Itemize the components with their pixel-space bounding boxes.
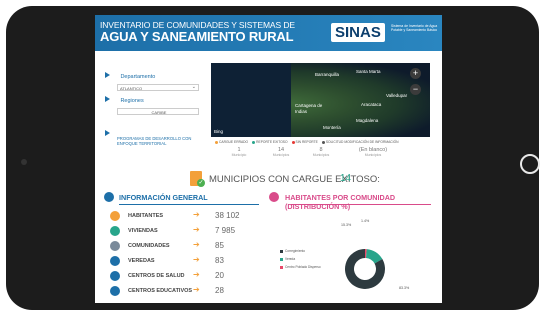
legend-item: SOLICITUD MODIFICACIÓN DE INFORMACIÓN	[321, 140, 399, 144]
map-label: Barranquilla	[315, 72, 340, 77]
arrow-right-icon	[105, 130, 110, 136]
map-legend: CARGUE ERRADO REPORTE EXITOSO SIN REPORT…	[215, 140, 435, 144]
arrow-right-icon: ➔	[193, 285, 200, 294]
zoom-in-button[interactable]: +	[410, 68, 421, 79]
row-value: 85	[215, 241, 224, 250]
row-value: 83	[215, 256, 224, 265]
home-button[interactable]	[520, 154, 540, 174]
row-label: VEREDAS	[128, 258, 155, 264]
success-value: 14	[340, 173, 352, 184]
pie-label: 1.4%	[361, 219, 370, 223]
pie-legend-item: Vereda	[280, 255, 321, 263]
arrow-right-icon: ➔	[193, 270, 200, 279]
pie-label: 15.3%	[341, 223, 352, 227]
pie-legend-item: Corregimiento	[280, 247, 321, 255]
regiones-value: CARIBE	[151, 110, 167, 115]
bing-logo: Bing	[214, 129, 224, 134]
dashboard-screen: INVENTARIO DE COMUNIDADES Y SISTEMAS DE …	[95, 15, 442, 303]
departamento-label: Departamento	[120, 74, 156, 80]
arrow-right-icon: ➔	[193, 210, 200, 219]
arrow-right-icon: ➔	[193, 225, 200, 234]
legend-item: CARGUE ERRADO	[215, 140, 248, 144]
header-banner: INVENTARIO DE COMUNIDADES Y SISTEMAS DE …	[95, 15, 442, 51]
map-label: Cartagena de Indias	[295, 103, 323, 114]
count-solicitud: (En blanco) Municipios	[358, 147, 388, 157]
row-label: CENTROS EDUCATIVOS	[128, 288, 193, 294]
zoom-out-button[interactable]: −	[410, 84, 421, 95]
community-icon	[110, 241, 120, 251]
info-icon	[104, 192, 114, 202]
pie-chart-icon	[269, 192, 279, 202]
programas-filter[interactable]: PROGRAMAS DE DESARROLLO CON ENFOQUE TERR…	[117, 136, 207, 146]
map-label: Aracataca	[361, 102, 382, 107]
camera-dot	[21, 159, 27, 165]
map-label: Santa Marta	[356, 69, 381, 74]
info-row-centros-educativos: CENTROS EDUCATIVOS ➔ 28	[110, 285, 260, 300]
filters-panel: Departamento ATLANTICO ⌄ Regiones CARIBE…	[105, 65, 207, 146]
legend-dot	[321, 140, 325, 144]
row-label: CENTROS DE SALUD	[128, 273, 185, 279]
map-label: Montería	[323, 125, 341, 130]
map-view[interactable]: Barranquilla Santa Marta Cartagena de In…	[211, 63, 430, 137]
success-label: MUNICIPIOS CON CARGUE EXITOSO:	[209, 174, 380, 185]
regiones-select[interactable]: CARIBE	[117, 108, 199, 115]
legend-dot	[252, 140, 256, 144]
row-label: HABITANTES	[128, 213, 164, 219]
map-label: Magdalena	[356, 118, 379, 123]
count-reporte-exitoso: 14 Municipios	[272, 147, 290, 157]
legend-dot	[215, 140, 218, 144]
count-sin-reporte: 8 Municipios	[312, 147, 330, 157]
arrow-right-icon: ➔	[193, 240, 200, 249]
habitantes-title: HABITANTES POR COMUNIDAD (DISTRIBUCIÓN %…	[285, 193, 396, 211]
regiones-label: Regiones	[120, 98, 144, 104]
info-rows: HABITANTES ➔ 38 102 VIVIENDAS ➔ 7 985 CO…	[110, 210, 260, 300]
row-value: 20	[215, 271, 224, 280]
info-row-comunidades: COMUNIDADES ➔ 85	[110, 240, 260, 255]
pie-legend: Corregimiento Vereda Centro Poblado Disp…	[280, 247, 321, 271]
departamento-value: ATLANTICO	[120, 86, 143, 91]
info-row-viviendas: VIVIENDAS ➔ 7 985	[110, 225, 260, 240]
habitantes-donut	[345, 249, 385, 289]
arrow-right-icon	[105, 72, 110, 78]
departamento-select[interactable]: ATLANTICO ⌄	[117, 84, 199, 91]
sea-area	[211, 63, 291, 137]
legend-item: REPORTE EXITOSO	[252, 140, 288, 144]
success-summary: ✓ MUNICIPIOS CON CARGUE EXITOSO: 14	[190, 171, 390, 191]
sinas-logo: SINAS	[331, 23, 385, 42]
info-row-centros-salud: CENTROS DE SALUD ➔ 20	[110, 270, 260, 285]
pie-label: 83.3%	[399, 286, 410, 290]
chevron-down-icon: ⌄	[191, 84, 196, 90]
map-pin-icon	[110, 256, 120, 266]
check-icon: ✓	[197, 179, 205, 187]
info-row-veredas: VEREDAS ➔ 83	[110, 255, 260, 270]
title-line-2: AGUA Y SANEAMIENTO RURAL	[100, 29, 294, 44]
health-icon	[110, 271, 120, 281]
row-label: COMUNIDADES	[128, 243, 170, 249]
divider	[291, 204, 431, 205]
row-value: 38 102	[215, 211, 240, 220]
legend-item: SIN REPORTE	[291, 140, 318, 144]
pie-legend-item: Centro Poblado Disperso	[280, 263, 321, 271]
arrow-right-icon	[105, 96, 110, 102]
house-icon	[110, 226, 120, 236]
info-row-habitantes: HABITANTES ➔ 38 102	[110, 210, 260, 225]
row-value: 28	[215, 286, 224, 295]
sinas-subtitle: Sistema de Inventario de Agua Potable y …	[391, 24, 438, 32]
legend-dot	[291, 140, 295, 144]
info-general-title: INFORMACIÓN GENERAL	[119, 193, 208, 202]
people-icon	[110, 211, 120, 221]
school-icon	[110, 286, 120, 296]
row-label: VIVIENDAS	[128, 228, 158, 234]
count-cargue-errado: 1 Municipio	[231, 147, 247, 157]
divider	[119, 204, 259, 205]
arrow-right-icon: ➔	[193, 255, 200, 264]
row-value: 7 985	[215, 226, 236, 235]
map-label: Valledupar	[386, 93, 408, 98]
